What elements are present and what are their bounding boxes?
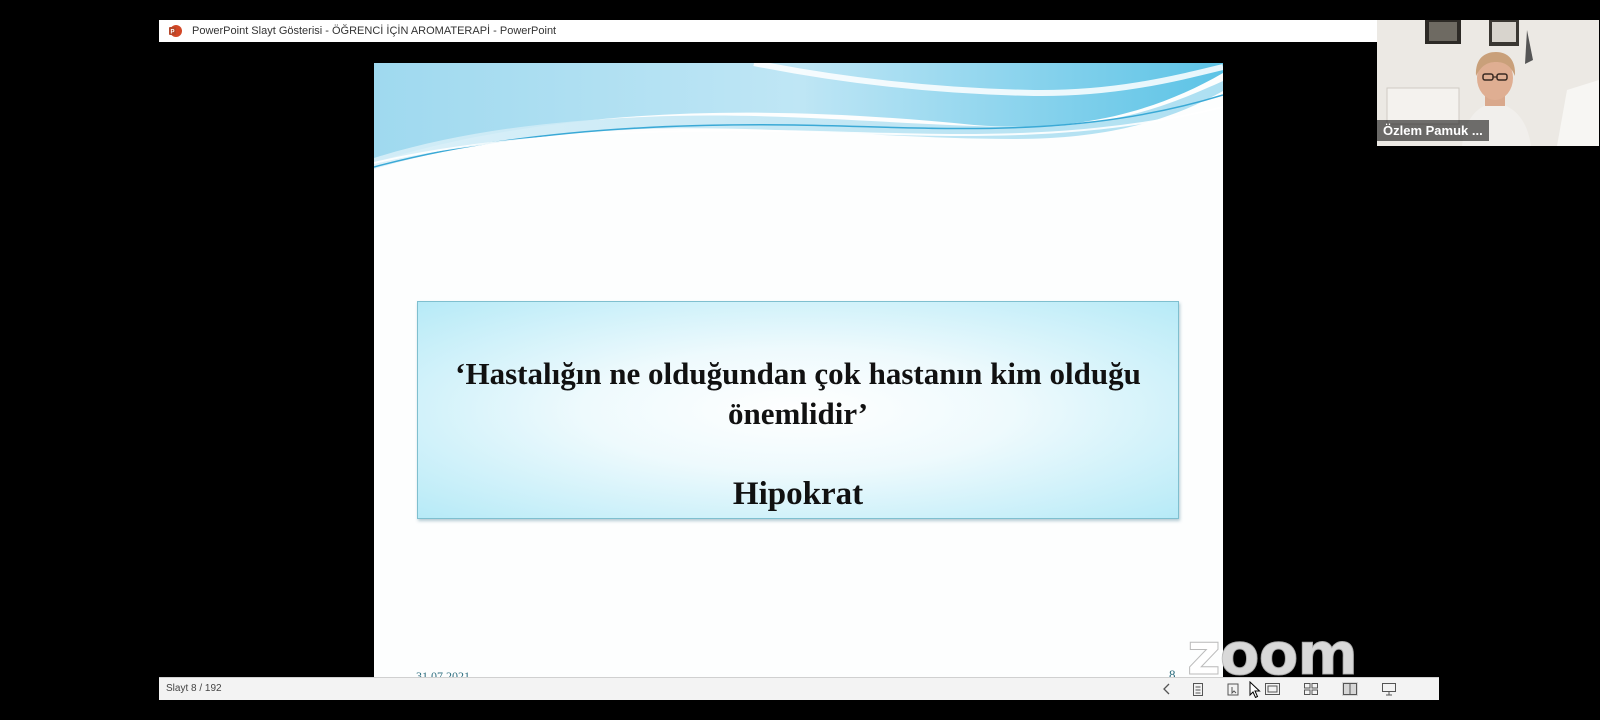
zoom-watermark: zoom xyxy=(1187,620,1359,688)
slide-header-wave xyxy=(374,63,1223,169)
powerpoint-slideshow-window: P PowerPoint Slayt Gösterisi - ÖĞRENCİ İ… xyxy=(159,20,1599,700)
slideshow-icon[interactable] xyxy=(1381,682,1397,696)
quote-box: ‘Hastalığın ne olduğundan çok hastanın k… xyxy=(417,301,1179,519)
quote-author: Hipokrat xyxy=(732,476,864,512)
participant-video-tile[interactable]: Özlem Pamuk ... xyxy=(1377,20,1599,146)
powerpoint-icon: P xyxy=(168,24,182,38)
chevron-left-icon[interactable] xyxy=(1159,682,1175,696)
slide-stage[interactable]: ‘Hastalığın ne olduğundan çok hastanın k… xyxy=(159,42,1439,697)
slide[interactable]: ‘Hastalığın ne olduğundan çok hastanın k… xyxy=(374,63,1223,697)
window-title: PowerPoint Slayt Gösterisi - ÖĞRENCİ İÇİ… xyxy=(192,25,557,37)
participant-name-label: Özlem Pamuk ... xyxy=(1377,120,1489,141)
mouse-cursor-icon xyxy=(1249,681,1261,699)
quote-text: ‘Hastalığın ne olduğundan çok hastanın k… xyxy=(455,356,1141,431)
slide-counter: Slayt 8 / 192 xyxy=(166,683,222,694)
screen: P PowerPoint Slayt Gösterisi - ÖĞRENCİ İ… xyxy=(0,0,1600,720)
svg-text:P: P xyxy=(170,30,174,36)
title-bar: P PowerPoint Slayt Gösterisi - ÖĞRENCİ İ… xyxy=(159,20,1439,42)
